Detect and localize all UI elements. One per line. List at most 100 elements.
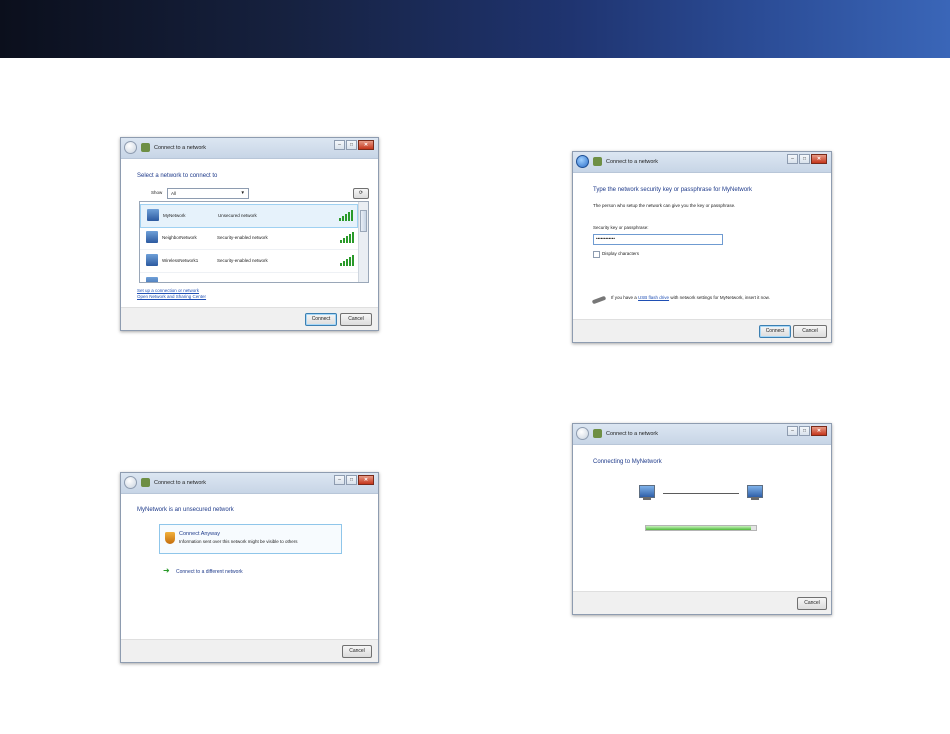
page-heading: Connecting to MyNetwork <box>593 459 662 465</box>
display-characters-label[interactable]: Display characters <box>602 251 639 256</box>
security-key-input[interactable]: •••••••••••• <box>593 234 723 245</box>
connection-line <box>663 493 739 494</box>
network-security: Unsecured network <box>218 213 257 218</box>
usb-hint-prefix: If you have a <box>611 295 637 300</box>
show-filter-value: All <box>171 191 177 196</box>
back-arrow-icon[interactable] <box>124 141 137 154</box>
usb-hint-suffix: with network settings for MyNetwork, ins… <box>670 295 770 300</box>
network-sharing-center-link[interactable]: Open Network and Sharing Center <box>137 294 206 299</box>
connect-anyway-option[interactable]: Connect Anyway Information sent over thi… <box>159 524 342 554</box>
dialog-title: Connect to a network <box>606 159 658 165</box>
signal-strength-icon <box>340 255 354 266</box>
title-bar: Connect to a network – □ ✕ <box>573 152 831 173</box>
network-name: WirelessNetwork1 <box>162 258 199 263</box>
network-icon <box>141 143 150 152</box>
network-security: Security-enabled network <box>217 235 268 240</box>
dialog-select-network: Connect to a network – □ ✕ Select a netw… <box>120 137 379 331</box>
description-text: The person who setup the network can giv… <box>593 203 736 208</box>
minimize-button[interactable]: – <box>787 426 798 436</box>
network-row-partial[interactable] <box>140 273 358 282</box>
dialog-unsecured-network: Connect to a network – □ ✕ MyNetwork is … <box>120 472 379 663</box>
network-name: MyNetwork <box>163 213 186 218</box>
maximize-button[interactable]: □ <box>346 140 357 150</box>
show-filter-select[interactable]: All ▼ <box>167 188 249 199</box>
maximize-button[interactable]: □ <box>799 426 810 436</box>
network-adapter-icon <box>146 254 158 266</box>
network-icon <box>593 157 602 166</box>
cancel-button[interactable]: Cancel <box>797 597 827 610</box>
network-row[interactable]: NeighborNetwork Security-enabled network <box>140 227 358 250</box>
back-arrow-icon[interactable] <box>576 155 589 168</box>
dialog-body: Type the network security key or passphr… <box>573 173 831 320</box>
progress-fill <box>646 526 751 530</box>
title-bar: Connect to a network – □ ✕ <box>121 473 378 494</box>
network-icon <box>593 429 602 438</box>
network-base <box>751 497 759 500</box>
dialog-footer: Connect Cancel <box>121 307 378 330</box>
title-bar: Connect to a network – □ ✕ <box>121 138 378 159</box>
network-adapter-icon <box>147 209 159 221</box>
network-icon <box>141 478 150 487</box>
close-button[interactable]: ✕ <box>811 426 827 436</box>
dialog-title: Connect to a network <box>154 480 206 486</box>
connect-button[interactable]: Connect <box>759 325 791 338</box>
scrollbar-thumb[interactable] <box>360 210 367 232</box>
close-button[interactable]: ✕ <box>811 154 827 164</box>
minimize-button[interactable]: – <box>334 475 345 485</box>
network-name: NeighborNetwork <box>162 235 197 240</box>
option-title: Connect Anyway <box>179 531 220 537</box>
connection-progress-bar <box>645 525 757 531</box>
page-heading: Type the network security key or passphr… <box>593 187 753 193</box>
dialog-body: Select a network to connect to Show All … <box>121 159 378 308</box>
green-arrow-icon: ➜ <box>163 566 170 575</box>
security-key-value: •••••••••••• <box>596 236 615 241</box>
dialog-footer: Cancel <box>573 591 831 614</box>
computer-base <box>643 497 651 500</box>
dialog-footer: Connect Cancel <box>573 319 831 342</box>
close-button[interactable]: ✕ <box>358 475 374 485</box>
page-heading: MyNetwork is an unsecured network <box>137 507 234 513</box>
network-security: Security-enabled network <box>217 258 268 263</box>
security-key-label: Security key or passphrase: <box>593 225 649 230</box>
network-row[interactable]: WirelessNetwork1 Security-enabled networ… <box>140 250 358 273</box>
close-button[interactable]: ✕ <box>358 140 374 150</box>
dialog-footer: Cancel <box>121 639 378 662</box>
setup-connection-link[interactable]: Set up a connection or network <box>137 288 199 293</box>
dialog-connecting: Connect to a network – □ ✕ Connecting to… <box>572 423 832 615</box>
page-heading: Select a network to connect to <box>137 173 218 179</box>
signal-strength-icon <box>340 232 354 243</box>
dialog-security-key: Connect to a network – □ ✕ Type the netw… <box>572 151 832 343</box>
maximize-button[interactable]: □ <box>346 475 357 485</box>
display-characters-checkbox[interactable] <box>593 251 600 258</box>
network-adapter-icon <box>146 231 158 243</box>
show-label: Show <box>151 190 163 195</box>
network-adapter-icon <box>146 277 158 282</box>
list-scrollbar[interactable] <box>358 202 368 282</box>
dialog-title: Connect to a network <box>606 431 658 437</box>
dropdown-arrow-icon: ▼ <box>240 190 245 195</box>
maximize-button[interactable]: □ <box>799 154 810 164</box>
cancel-button[interactable]: Cancel <box>793 325 827 338</box>
header-banner <box>0 0 950 58</box>
network-list[interactable]: MyNetwork Unsecured network NeighborNetw… <box>139 201 369 283</box>
option-description: Information sent over this network might… <box>179 539 298 544</box>
usb-hint: If you have a USB flash drive with netwo… <box>611 295 770 300</box>
connect-different-network-link[interactable]: Connect to a different network <box>176 569 243 575</box>
minimize-button[interactable]: – <box>334 140 345 150</box>
cancel-button[interactable]: Cancel <box>342 645 372 658</box>
signal-strength-icon <box>339 210 353 221</box>
connect-button[interactable]: Connect <box>305 313 337 326</box>
usb-flash-drive-link[interactable]: USB flash drive <box>638 295 669 300</box>
dialog-body: MyNetwork is an unsecured network Connec… <box>121 494 378 640</box>
cancel-button[interactable]: Cancel <box>340 313 372 326</box>
back-arrow-icon[interactable] <box>576 427 589 440</box>
usb-drive-icon <box>591 295 607 305</box>
dialog-body: Connecting to MyNetwork <box>573 445 831 592</box>
back-arrow-icon[interactable] <box>124 476 137 489</box>
network-row[interactable]: MyNetwork Unsecured network <box>140 204 358 228</box>
dialog-title: Connect to a network <box>154 145 206 151</box>
warning-shield-icon <box>165 532 175 544</box>
minimize-button[interactable]: – <box>787 154 798 164</box>
refresh-button[interactable]: ⟳ <box>353 188 369 199</box>
title-bar: Connect to a network – □ ✕ <box>573 424 831 445</box>
